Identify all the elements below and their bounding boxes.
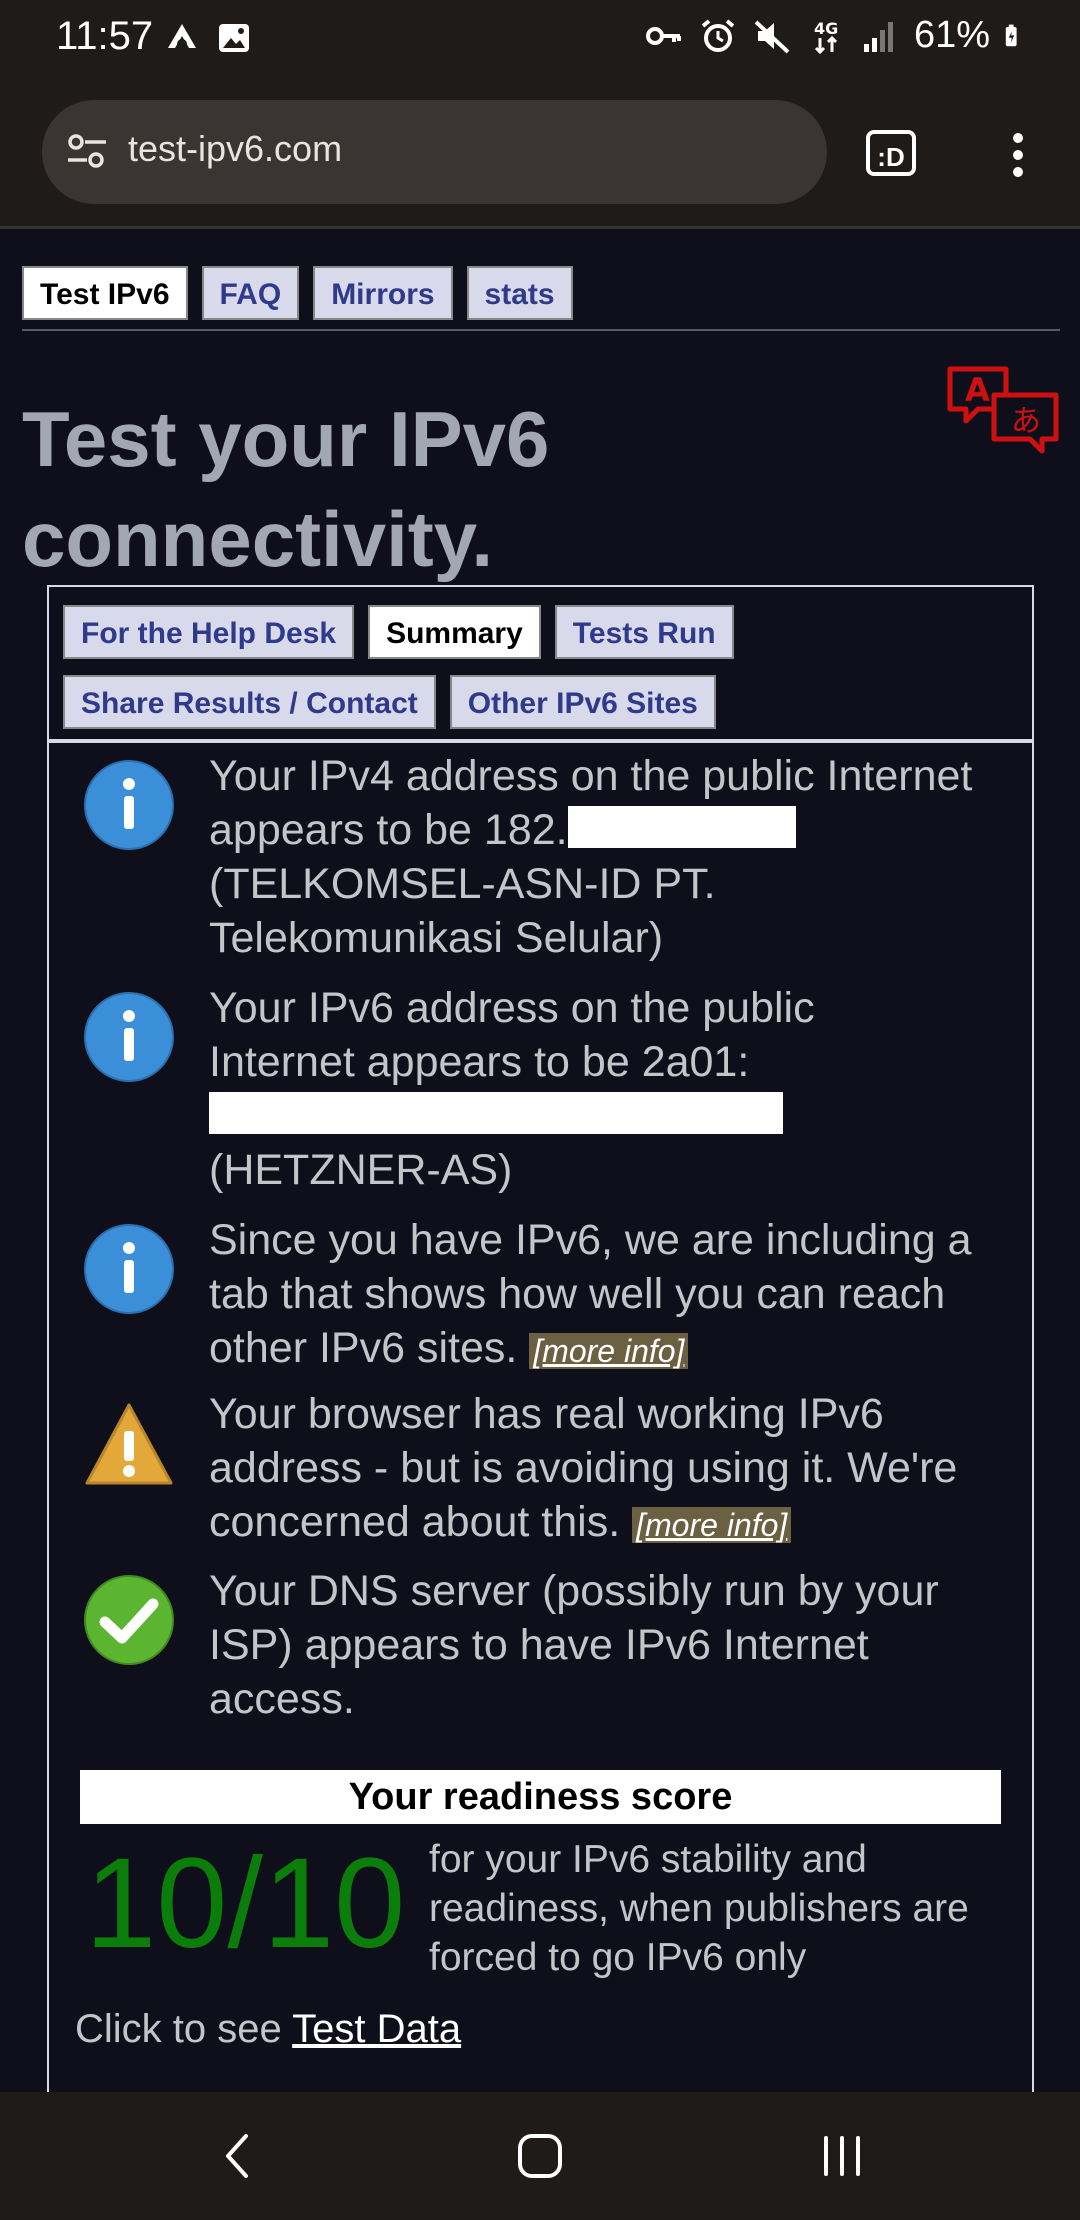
status-time: 11:57 (56, 14, 154, 58)
info-icon (84, 760, 174, 850)
status-left-icons (162, 18, 254, 58)
tab-test-ipv6[interactable]: Test IPv6 (22, 266, 188, 320)
signal-icon (863, 21, 893, 52)
test-data-link[interactable]: Test Data (292, 2007, 461, 2051)
extension-button[interactable]: :D (866, 130, 916, 176)
address-bar[interactable]: test-ipv6.com (42, 100, 827, 204)
warning-icon (85, 1403, 173, 1485)
back-icon[interactable] (212, 2128, 268, 2184)
svg-text:あ: あ (1011, 404, 1041, 439)
readiness-score-description: for your IPv6 stability and readiness, w… (429, 1838, 969, 1979)
more-info-link[interactable]: [more info] (632, 1507, 792, 1543)
inner-tabs: For the Help Desk Summary Tests Run Shar… (63, 605, 1003, 745)
divider (22, 329, 1060, 331)
status-bar: 11:57 4G 61% (0, 0, 1080, 78)
tab-tests-run[interactable]: Tests Run (554, 605, 734, 659)
tab-faq[interactable]: FAQ (201, 266, 300, 320)
message-text: Your DNS server (possibly run by your IS… (209, 1567, 939, 1723)
battery-icon (1005, 24, 1017, 46)
home-icon[interactable] (512, 2128, 568, 2184)
more-info-link[interactable]: [more info] (529, 1333, 689, 1369)
redacted-block (567, 806, 796, 848)
divider (49, 739, 1032, 743)
key-icon (645, 26, 681, 45)
top-tabs: Test IPv6 FAQ Mirrors stats (22, 266, 573, 320)
tab-share-results[interactable]: Share Results / Contact (63, 675, 436, 729)
readiness-score-value: 10/10 (85, 1832, 406, 1975)
more-options-icon[interactable] (1000, 130, 1036, 180)
tab-mirrors[interactable]: Mirrors (313, 266, 453, 320)
url-text[interactable]: test-ipv6.com (128, 128, 342, 170)
tab-help-desk[interactable]: For the Help Desk (63, 605, 355, 659)
message-text: Your IPv4 address on the public Internet… (209, 752, 973, 962)
readiness-score-header: Your readiness score (80, 1770, 1001, 1824)
web-page: Test IPv6 FAQ Mirrors stats A あ Test you… (0, 229, 1080, 2092)
alarm-icon (701, 18, 735, 52)
image-icon (219, 24, 249, 52)
page-title: Test your IPv6 connectivity. (22, 395, 550, 583)
message-text: Since you have IPv6, we are including a … (209, 1216, 972, 1372)
message-text: Your browser has real working IPv6 addre… (209, 1390, 958, 1546)
svg-text:4G: 4G (814, 19, 838, 38)
tab-stats[interactable]: stats (466, 266, 573, 320)
site-settings-icon[interactable] (64, 128, 110, 174)
message-text: Your IPv6 address on the public Internet… (209, 984, 815, 1194)
translate-icon[interactable]: A あ (944, 363, 1062, 459)
redacted-block (209, 1092, 783, 1134)
android-auto-icon (168, 24, 196, 49)
info-icon (84, 992, 174, 1082)
browser-toolbar: test-ipv6.com :D (0, 78, 1080, 229)
tab-other-ipv6-sites[interactable]: Other IPv6 Sites (449, 675, 716, 729)
battery-percent: 61% (913, 14, 990, 56)
status-right: 4G 61% (644, 14, 1028, 57)
svg-text:A: A (965, 371, 990, 409)
4g-icon: 4G (814, 19, 838, 54)
results-panel: For the Help Desk Summary Tests Run Shar… (47, 585, 1034, 2092)
mute-icon (754, 20, 790, 53)
recents-icon[interactable] (814, 2128, 870, 2184)
system-nav-bar (0, 2092, 1080, 2220)
check-icon (84, 1575, 174, 1665)
info-icon (84, 1224, 174, 1314)
test-data-line: Click to see Test Data (75, 2007, 462, 2051)
tab-summary[interactable]: Summary (368, 605, 541, 659)
